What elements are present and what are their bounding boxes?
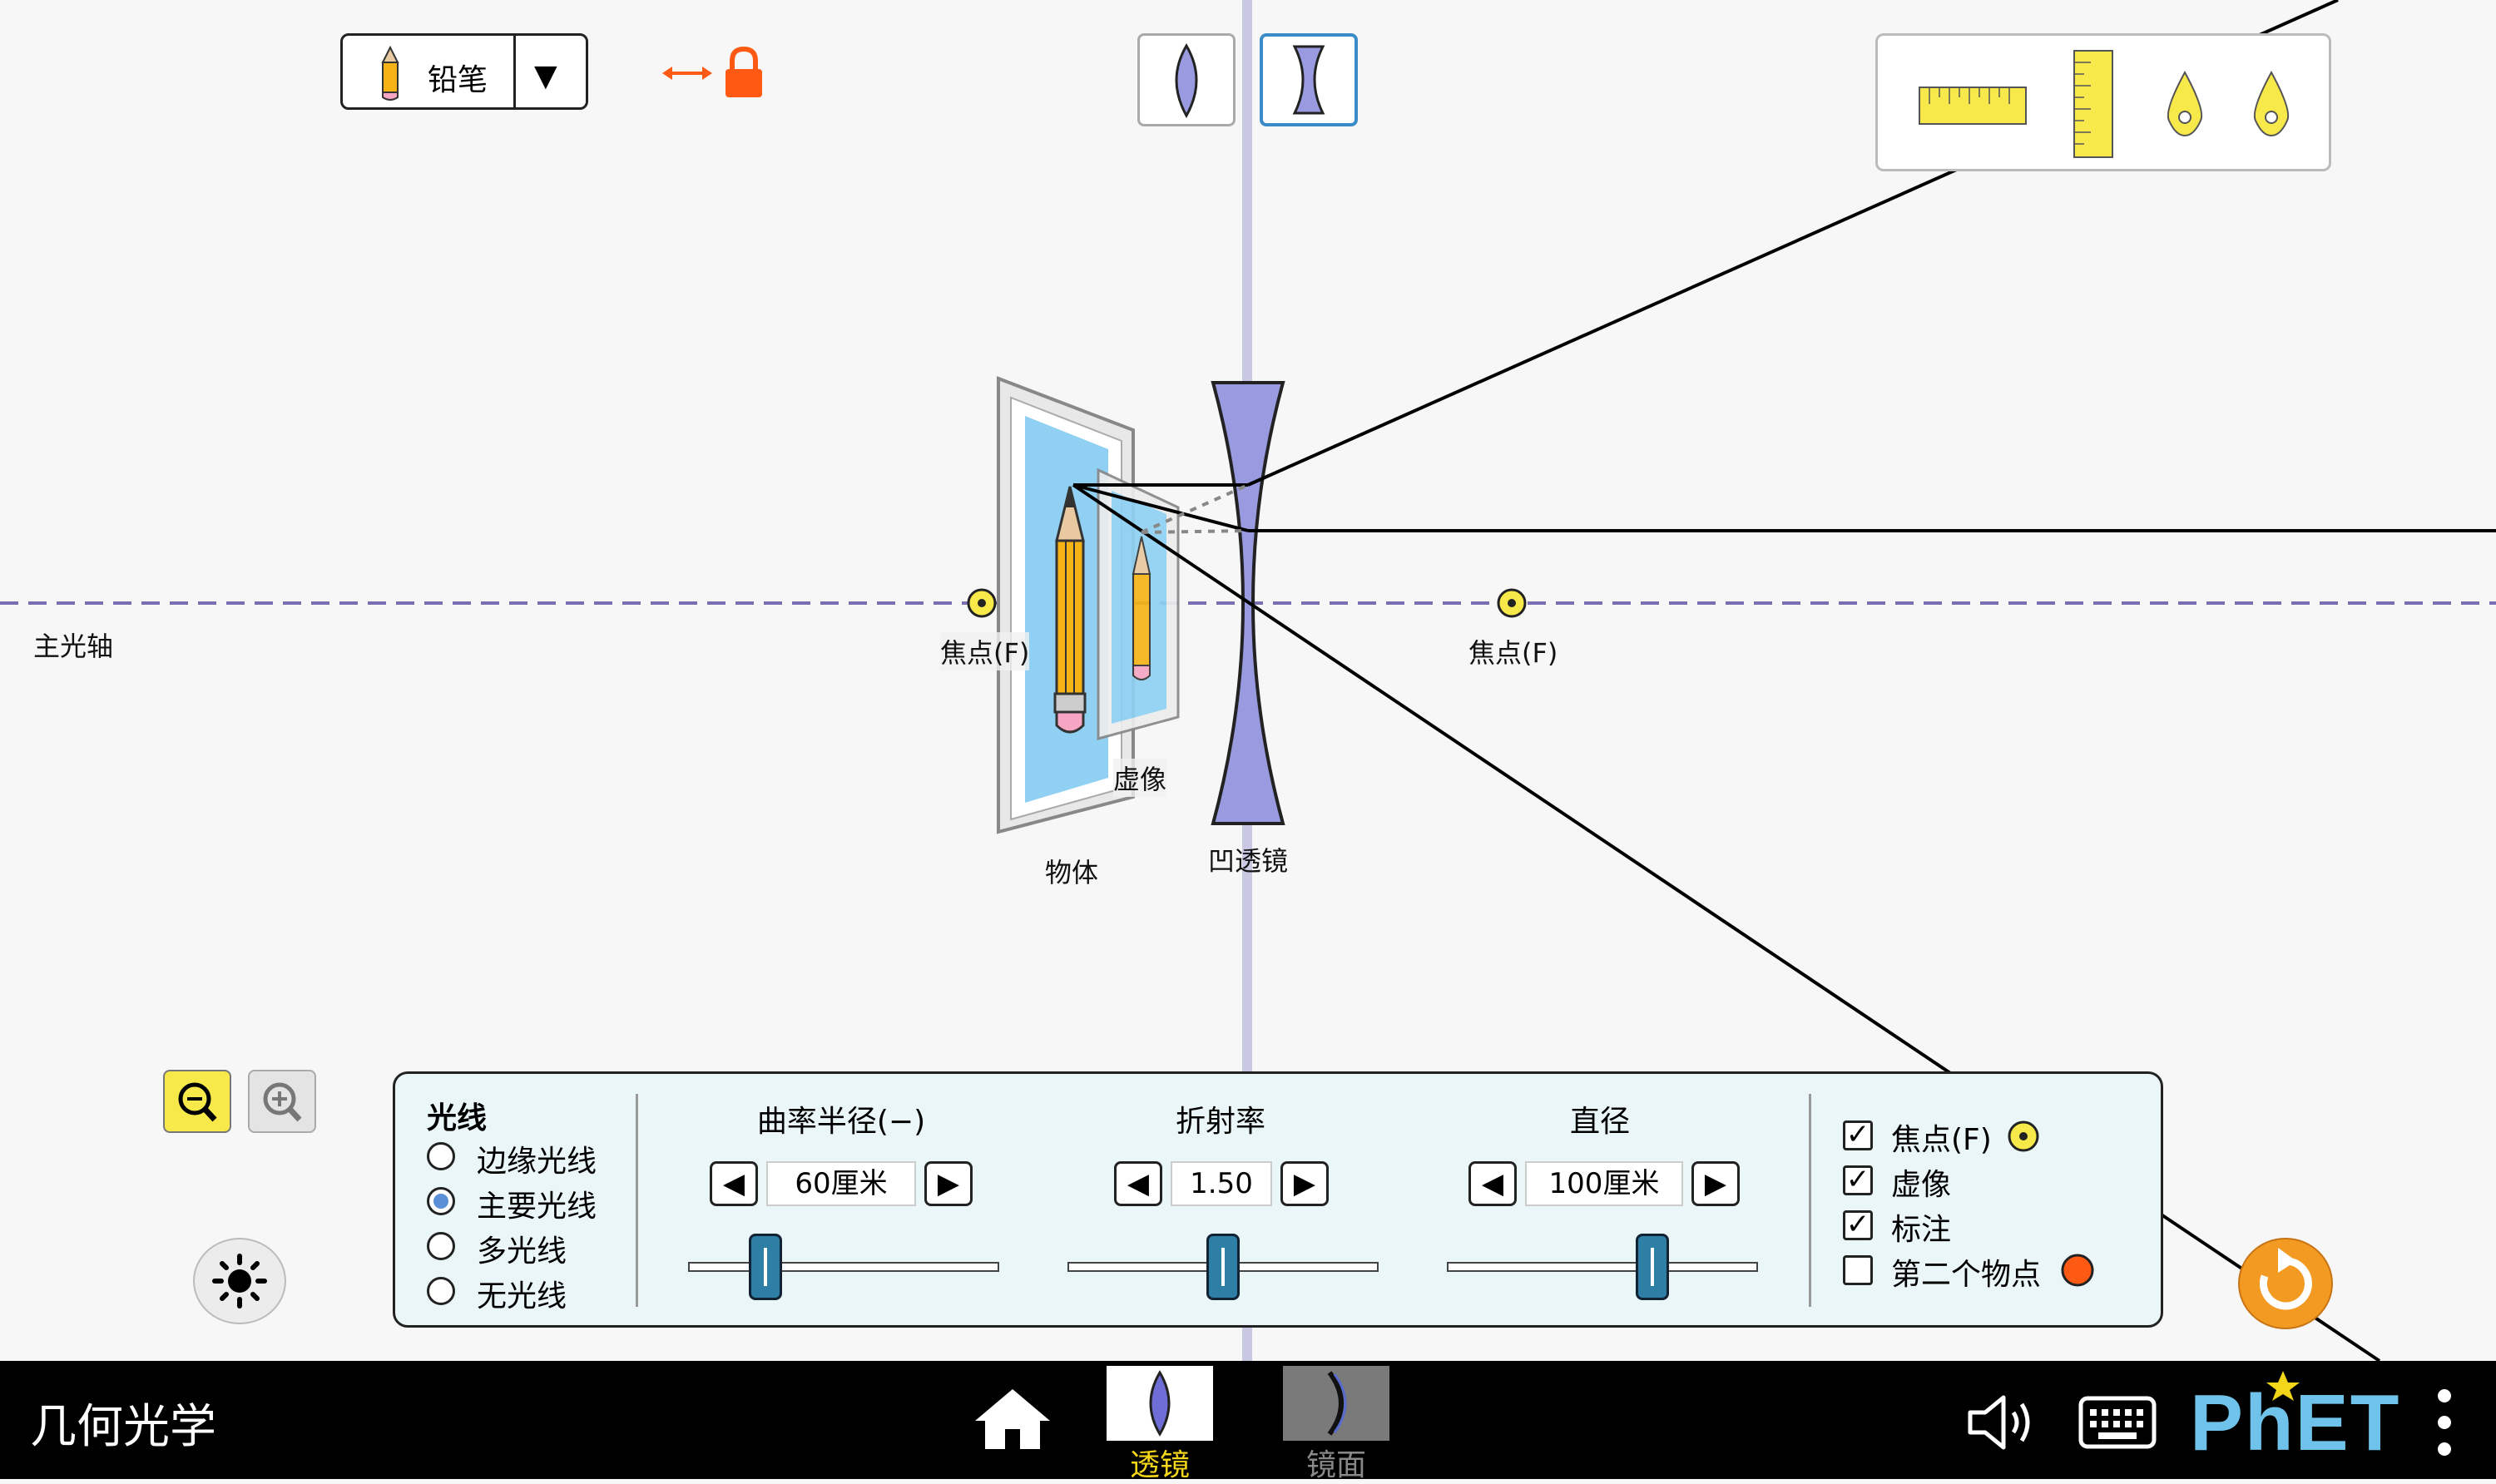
pencil-icon	[381, 46, 399, 101]
index-increment-button[interactable]: ▶	[1280, 1161, 1329, 1206]
virtual-image-label: 虚像	[1113, 759, 1167, 797]
horizontal-ruler-icon[interactable]	[1918, 86, 2028, 127]
second-point-checkbox-label: 第二个物点	[1891, 1258, 2042, 1292]
rays-title: 光线	[427, 1101, 488, 1135]
toolbox	[1875, 33, 2331, 171]
convex-lens-button[interactable]	[1137, 33, 1236, 126]
position-marker-icon[interactable]	[2247, 69, 2295, 139]
control-panel: 光线 边缘光线 主要光线 多光线 无光线 曲率半径(−) ◀ 60厘米 ▶ 折射…	[393, 1071, 2163, 1328]
ray-option-label: 主要光线	[477, 1190, 597, 1224]
position-marker-icon[interactable]	[2161, 69, 2209, 139]
virtual-image-checkbox-label: 虚像	[1891, 1168, 1952, 1202]
ray-option-label: 无光线	[477, 1279, 567, 1313]
sun-icon	[212, 1254, 267, 1308]
index-title: 折射率	[1175, 1105, 1265, 1139]
tab-lens-label: 透镜	[1129, 1448, 1190, 1482]
zoom-in-button[interactable]	[248, 1070, 316, 1133]
object-label: 物体	[1045, 857, 1099, 888]
tab-lens[interactable]	[1107, 1366, 1213, 1441]
labels-checkbox-label: 标注	[1891, 1213, 1952, 1247]
index-value: 1.50	[1171, 1161, 1272, 1206]
radius-slider-track[interactable]	[688, 1262, 999, 1272]
focal-point-left[interactable]	[967, 588, 997, 618]
object-selector[interactable]: 铅笔 ▼	[340, 33, 588, 110]
diameter-decrement-button[interactable]: ◀	[1468, 1161, 1517, 1206]
phet-star-icon	[2266, 1371, 2300, 1401]
diameter-slider-thumb[interactable]	[1636, 1234, 1669, 1300]
radius-increment-button[interactable]: ▶	[924, 1161, 973, 1206]
radio-no-rays[interactable]	[427, 1277, 455, 1305]
panel-divider	[1809, 1094, 1811, 1307]
home-icon[interactable]	[973, 1386, 1052, 1452]
light-source-button[interactable]	[193, 1238, 286, 1324]
radius-decrement-button[interactable]: ◀	[710, 1161, 758, 1206]
tab-mirror-label: 镜面	[1305, 1448, 1366, 1482]
diameter-increment-button[interactable]: ▶	[1691, 1161, 1740, 1206]
menu-icon[interactable]	[2433, 1384, 2456, 1461]
vertical-ruler-icon[interactable]	[2073, 49, 2116, 159]
labels-checkbox[interactable]: ✓	[1843, 1210, 1873, 1240]
zoom-in-icon	[263, 1082, 302, 1122]
keyboard-icon[interactable]	[2078, 1396, 2157, 1451]
radio-principal-rays[interactable]	[427, 1187, 455, 1215]
curved-mirror-icon	[1327, 1371, 1347, 1436]
tab-mirror[interactable]	[1283, 1366, 1389, 1441]
radius-slider-thumb[interactable]	[749, 1234, 782, 1300]
second-point-checkbox[interactable]	[1843, 1255, 1873, 1285]
app-title: 几何光学	[30, 1400, 216, 1454]
convex-lens-icon	[1149, 1370, 1171, 1437]
zoom-out-button[interactable]	[163, 1070, 231, 1133]
object-selector-label: 铅笔	[428, 63, 488, 97]
convex-lens-icon	[1175, 43, 1198, 119]
ray-option-label: 边缘光线	[477, 1145, 597, 1179]
selector-divider	[513, 36, 516, 107]
radius-title: 曲率半径(−)	[756, 1105, 926, 1139]
focal-label-left: 焦点(F)	[940, 632, 1030, 670]
virtual-image-checkbox[interactable]: ✓	[1843, 1165, 1873, 1195]
radio-marginal-rays[interactable]	[427, 1142, 455, 1170]
diameter-slider-track[interactable]	[1447, 1262, 1758, 1272]
index-slider-thumb[interactable]	[1206, 1234, 1240, 1300]
diameter-value: 100厘米	[1525, 1161, 1683, 1206]
horizontal-lock-icon[interactable]	[662, 46, 779, 101]
optical-axis-label: 主光轴	[33, 631, 114, 662]
focal-point-icon	[2008, 1120, 2039, 1152]
radio-many-rays[interactable]	[427, 1232, 455, 1260]
focal-point-right[interactable]	[1497, 588, 1527, 618]
concave-lens-button[interactable]	[1260, 33, 1358, 126]
navigation-bar: 几何光学 透镜 镜面 PhET	[0, 1361, 2496, 1482]
diameter-title: 直径	[1569, 1105, 1630, 1139]
panel-divider	[636, 1094, 638, 1307]
sound-icon[interactable]	[1965, 1392, 2042, 1452]
concave-lens-icon	[1292, 45, 1325, 115]
focal-point-checkbox[interactable]: ✓	[1843, 1120, 1873, 1150]
focal-point-checkbox-label: 焦点(F)	[1891, 1123, 1992, 1157]
index-decrement-button[interactable]: ◀	[1114, 1161, 1162, 1206]
focal-label-right: 焦点(F)	[1468, 637, 1558, 669]
ray-option-label: 多光线	[477, 1234, 567, 1269]
radius-value: 60厘米	[766, 1161, 916, 1206]
chevron-down-icon[interactable]: ▼	[534, 59, 557, 93]
zoom-out-icon	[178, 1082, 217, 1122]
lens-label: 凹透镜	[1208, 845, 1289, 877]
reset-icon	[2259, 1248, 2312, 1310]
reset-all-button[interactable]	[2238, 1238, 2333, 1329]
second-point-icon	[2061, 1254, 2094, 1287]
